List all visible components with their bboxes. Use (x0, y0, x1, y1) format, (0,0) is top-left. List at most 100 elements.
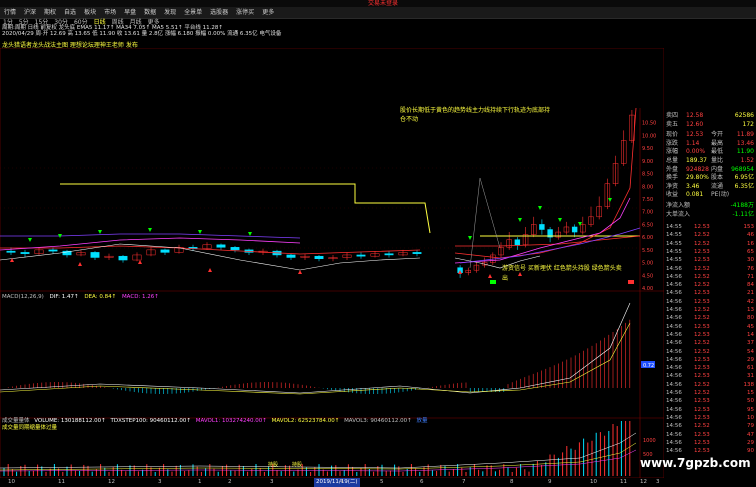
tick-volume: 29 (747, 356, 754, 363)
sell-arrow-icon (148, 228, 152, 232)
tick-volume: 15 (747, 390, 754, 396)
tick-row: 14:55 12.53 65 (664, 249, 756, 256)
price-axis-label: 7.50 (642, 197, 653, 203)
tick-price: 12.53 (694, 414, 710, 421)
menu-item-5[interactable]: 市场 (100, 7, 120, 18)
vol-tdx: TDXSTEP100: 90460112.00↑ (110, 418, 191, 424)
tick-row: 14:56 12.53 90 (664, 448, 756, 455)
tick-time: 14:55 (666, 224, 682, 230)
menu-item-9[interactable]: 全景单 (180, 7, 206, 18)
kline-chart-area[interactable]: 10.50 10.00 9.50 9.00 8.50 8.00 7.50 7.00 6.50 6.… (0, 48, 664, 478)
quote-row: 总量 189.37 量比 1.52 (664, 157, 756, 164)
tick-row: 14:56 12.53 29 (664, 357, 756, 364)
tick-time: 14:56 (666, 439, 682, 446)
tick-price: 12.53 (694, 448, 710, 455)
menu-item-3[interactable]: 自选 (60, 7, 80, 18)
tick-volume: 31 (747, 373, 754, 380)
quote-row: 外盘 924828 内盘 968954 (664, 166, 756, 173)
menu-item-11[interactable]: 涨停买 (232, 7, 258, 18)
tick-volume: 138 (743, 381, 755, 388)
quote-value2: 62586 (734, 112, 754, 119)
tick-volume: 65 (747, 248, 754, 255)
quote-key: 外盘 (666, 165, 679, 173)
menu-item-10[interactable]: 选股器 (206, 7, 232, 18)
menu-item-8[interactable]: 发现 (160, 7, 180, 18)
quote-row: 涨幅 0.00% 最低 11.90 (664, 148, 756, 155)
price-axis-label: 5.00 (642, 261, 653, 267)
candle-body (571, 226, 578, 233)
macd-dif-line (0, 302, 631, 394)
annotation-trend: 股价长期低于黄色的趋势线主力线持续下行轨迹为底部持仓不动 (400, 107, 551, 123)
menu-item-12[interactable]: 更多 (258, 7, 278, 18)
tick-volume: 153 (743, 224, 755, 230)
quote-value: 0.00% (686, 148, 706, 156)
sell-arrow-icon (98, 230, 102, 234)
login-status[interactable]: 交易未登录 (368, 0, 398, 7)
price-axis-label: 5.50 (642, 248, 653, 254)
quote-key2: 内盘 (711, 165, 724, 173)
tick-price: 12.52 (694, 273, 710, 280)
candle-body (539, 224, 545, 230)
tick-volume: 16 (747, 240, 754, 247)
tick-row: 14:56 12.53 95 (664, 407, 756, 414)
tick-time: 14:56 (666, 298, 682, 305)
hold-label: 持股 (268, 461, 278, 468)
price-axis-label: 4.00 (642, 286, 653, 292)
tick-price: 12.53 (694, 257, 710, 264)
tick-price: 12.52 (694, 265, 710, 272)
tick-price: 12.53 (694, 331, 710, 338)
quote-value: 12.53 (686, 131, 704, 139)
tick-row: 14:55 12.53 153 (664, 224, 756, 231)
quote-key: 现价 (666, 131, 679, 139)
tick-time: 14:56 (666, 414, 682, 421)
tick-time: 14:56 (666, 348, 682, 355)
tick-volume: 47 (747, 431, 754, 438)
candle-body (6, 250, 16, 253)
macd-dea: DEA: 0.84↑ (84, 294, 117, 300)
date-label: 12 (640, 479, 647, 485)
quote-value: 1.14 (686, 139, 700, 147)
price-axis-label: 9.00 (642, 159, 653, 165)
tick-time: 14:56 (666, 448, 682, 455)
ma-red-line-right (455, 235, 641, 247)
tick-time: 14:56 (666, 282, 682, 289)
tick-time: 14:56 (666, 406, 682, 413)
quote-value: 0.081 (686, 191, 704, 199)
tick-price: 12.52 (694, 282, 710, 289)
candle-body (384, 253, 394, 256)
date-highlight: 2019/11/19(二) (314, 478, 360, 487)
quote-key2: PE(动) (711, 191, 730, 199)
tick-row: 14:56 12.53 10 (664, 415, 756, 422)
candle-body (118, 255, 128, 261)
quote-row: 净资 3.46 流通 6.35亿 (664, 183, 756, 190)
menu-item-1[interactable]: 沪深 (20, 7, 40, 18)
tick-row: 14:56 12.53 14 (664, 332, 756, 339)
menu-item-6[interactable]: 早盘 (120, 7, 140, 18)
tick-volume: 42 (747, 298, 754, 305)
tick-volume: 50 (747, 398, 754, 405)
quote-value: 12.58 (686, 112, 704, 119)
tick-volume: 37 (747, 340, 754, 347)
menu-item-2[interactable]: 期权 (40, 7, 60, 18)
date-label: 10 (8, 479, 15, 485)
quote-value: 924828 (686, 165, 709, 173)
tick-row: 14:56 12.52 37 (664, 340, 756, 347)
tick-volume: 13 (747, 307, 754, 313)
tick-price: 12.52 (694, 381, 710, 388)
quote-key2: 流通 (711, 182, 724, 190)
tick-time: 14:56 (666, 331, 682, 338)
vol-mavol1: MAVOL1: 103274240.00↑ (195, 418, 267, 424)
price-axis-label: 10.00 (642, 133, 656, 139)
menu-item-7[interactable]: 数据 (140, 7, 160, 18)
price-axis-label: 8.00 (642, 184, 653, 190)
candle-body (230, 247, 240, 251)
tick-volume: 54 (747, 348, 754, 355)
price-axis-label: 10.50 (642, 121, 656, 127)
date-label: 8 (510, 479, 514, 485)
menu-item-0[interactable]: 行情 (0, 7, 20, 18)
quote-value2: 11.90 (736, 148, 754, 156)
menu-item-4[interactable]: 板块 (80, 7, 100, 18)
date-label: 7 (462, 479, 466, 485)
date-label: 12 (108, 479, 115, 485)
date-label: 11 (620, 479, 627, 485)
